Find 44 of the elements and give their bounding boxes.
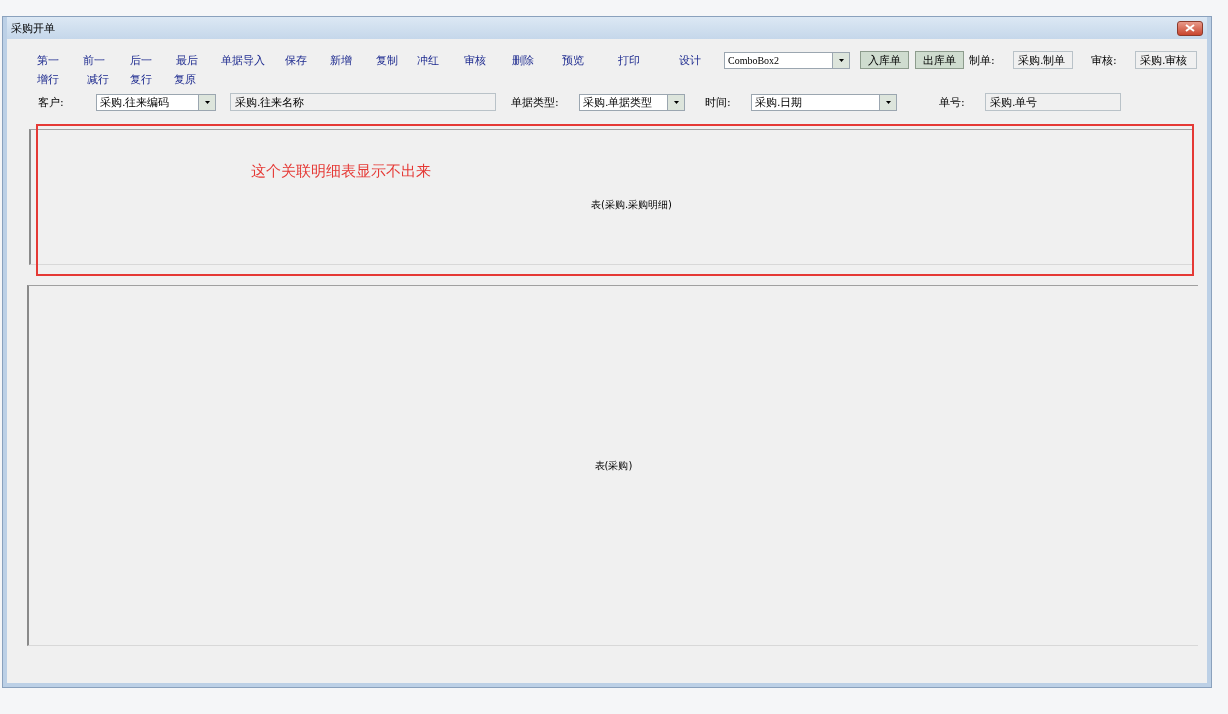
bill-number-label: 单号: (939, 94, 966, 110)
toolbar-button[interactable]: 新增 (330, 53, 352, 67)
toolbar-button[interactable]: 前一 (83, 53, 105, 67)
time-label: 时间: (705, 94, 732, 110)
toolbar-button[interactable]: 减行 (87, 73, 109, 86)
toolbar-button[interactable]: 后一 (130, 53, 152, 67)
toolbar-button[interactable]: 设计 (679, 53, 701, 67)
date-combo[interactable]: 采购.日期 (751, 93, 897, 111)
toolbar-button[interactable]: 复制 (376, 53, 398, 67)
toolbar-button[interactable]: 复行 (130, 73, 152, 86)
customer-name-field: 采购.往来名称 (230, 93, 496, 111)
bill-type-combo[interactable]: 采购.单据类型 (579, 93, 685, 111)
customer-code-combo[interactable]: 采购.往来编码 (96, 93, 216, 111)
action-button[interactable]: 入库单 (860, 51, 909, 69)
toolbar-button[interactable]: 复原 (174, 73, 196, 86)
window-title: 采购开单 (11, 20, 55, 36)
toolbar-button[interactable]: 第一 (37, 53, 59, 67)
toolbar-button[interactable]: 预览 (562, 53, 584, 67)
customer-label: 客户: (38, 94, 65, 110)
toolbar-button[interactable]: 冲红 (417, 53, 439, 67)
close-button[interactable] (1177, 20, 1203, 36)
reviewer-field: 采购.审核 (1135, 51, 1197, 69)
combo-box[interactable]: ComboBox2 (724, 51, 850, 69)
toolbar-button[interactable]: 审核 (464, 53, 486, 67)
toolbar-button[interactable]: 增行 (37, 73, 59, 86)
main-table-label: 表(采购) (594, 458, 633, 473)
detail-table-label: 表(采购.采购明细) (591, 198, 672, 212)
maker-field: 采购.制单 (1013, 51, 1073, 69)
dropdown-arrow-icon (673, 100, 679, 104)
toolbar-button[interactable]: 最后 (176, 53, 198, 67)
dropdown-arrow-icon (838, 58, 844, 62)
bill-type-label: 单据类型: (511, 94, 560, 110)
maker-label: 制单: (969, 52, 996, 68)
action-button[interactable]: 出库单 (915, 51, 964, 69)
bill-number-field: 采购.单号 (985, 93, 1121, 111)
reviewer-label: 审核: (1091, 52, 1118, 68)
toolbar-button[interactable]: 删除 (512, 53, 534, 67)
annotation-text: 这个关联明细表显示不出来 (251, 162, 431, 181)
dropdown-arrow-icon (204, 100, 210, 104)
dropdown-arrow-icon (885, 100, 891, 104)
toolbar-button[interactable]: 单据导入 (221, 53, 265, 67)
close-icon (1185, 24, 1195, 32)
toolbar-button[interactable]: 保存 (285, 53, 307, 67)
toolbar-button[interactable]: 打印 (618, 53, 640, 67)
